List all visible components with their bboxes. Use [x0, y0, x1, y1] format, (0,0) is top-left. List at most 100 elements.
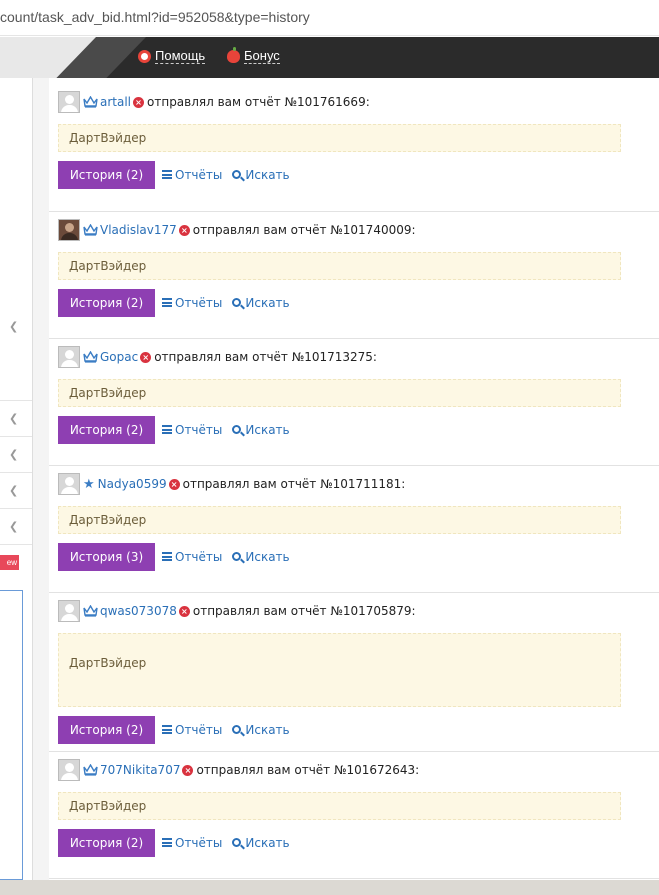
search-link[interactable]: Искать: [232, 723, 290, 737]
avatar[interactable]: [58, 759, 80, 781]
new-badge: ew: [0, 555, 19, 570]
sidebar-divider: [0, 508, 32, 509]
crown-icon: [83, 604, 98, 617]
report-text: отправлял вам отчёт №101672643:: [196, 763, 420, 777]
search-link[interactable]: Искать: [232, 549, 290, 564]
reports-link[interactable]: Отчёты: [162, 296, 222, 310]
chevron-left-icon[interactable]: ❮: [9, 412, 18, 425]
reports-link-label: Отчёты: [175, 722, 223, 737]
list-icon: [162, 725, 172, 734]
report-actions: История (2) Отчёты Искать: [58, 715, 659, 744]
reports-link[interactable]: Отчёты: [162, 168, 222, 182]
report-text: отправлял вам отчёт №101705879:: [192, 604, 416, 618]
reports-link-label: Отчёты: [175, 835, 223, 850]
avatar[interactable]: [58, 600, 80, 622]
report-actions: История (2) Отчёты Искать: [58, 288, 659, 317]
reports-link-label: Отчёты: [175, 295, 223, 310]
username-link[interactable]: Vladislav177: [100, 223, 177, 237]
report-header: Vladislav177 × отправлял вам отчёт №1017…: [58, 218, 659, 242]
history-button[interactable]: История (2): [58, 288, 155, 317]
sidebar-divider: [0, 544, 32, 545]
lifebuoy-icon: [138, 49, 151, 63]
search-icon: [232, 298, 242, 307]
sidebar-divider: [0, 400, 32, 401]
report-card: artall × отправлял вам отчёт №101761669:…: [49, 84, 659, 212]
chevron-left-icon[interactable]: ❮: [9, 520, 18, 533]
avatar[interactable]: [58, 473, 80, 495]
close-icon[interactable]: ×: [168, 478, 180, 490]
crown-icon: [83, 95, 98, 108]
search-link-label: Искать: [245, 167, 290, 182]
history-button[interactable]: История (2): [58, 415, 155, 444]
history-button[interactable]: История (2): [58, 828, 155, 857]
close-icon[interactable]: ×: [178, 224, 190, 236]
search-link-label: Искать: [245, 422, 290, 437]
crown-icon: [83, 350, 98, 363]
report-actions: История (3) Отчёты Искать: [58, 542, 659, 571]
close-icon[interactable]: ×: [178, 605, 190, 617]
chevron-left-icon[interactable]: ❮: [9, 320, 18, 333]
avatar[interactable]: [58, 219, 80, 241]
search-icon: [232, 170, 242, 179]
search-link[interactable]: Искать: [232, 422, 290, 437]
bonus-link[interactable]: Бонус: [227, 46, 280, 64]
sidebar-panel: [0, 590, 23, 880]
chevron-left-icon[interactable]: ❮: [9, 448, 18, 461]
reports-link-label: Отчёты: [175, 549, 223, 564]
report-actions: История (2) Отчёты Искать: [58, 828, 659, 857]
list-icon: [162, 552, 172, 561]
username-link[interactable]: qwas073078: [100, 604, 177, 618]
crown-icon: [83, 763, 98, 776]
report-text: отправлял вам отчёт №101740009:: [192, 223, 416, 237]
username-link[interactable]: artall: [100, 95, 131, 109]
chevron-left-icon[interactable]: ❮: [9, 484, 18, 497]
list-icon: [162, 298, 172, 307]
search-link[interactable]: Искать: [232, 296, 290, 310]
report-note: ДартВэйдер: [58, 252, 621, 280]
report-text: отправлял вам отчёт №101711181:: [182, 477, 406, 491]
reports-link[interactable]: Отчёты: [162, 836, 222, 850]
search-link-label: Искать: [245, 835, 290, 850]
sidebar-divider: [0, 436, 32, 437]
list-icon: [162, 170, 172, 179]
search-link[interactable]: Искать: [232, 835, 290, 850]
content-gutter: [33, 78, 49, 880]
help-link[interactable]: Помощь: [138, 48, 206, 64]
star-icon: ★: [83, 476, 95, 492]
avatar[interactable]: [58, 91, 80, 113]
list-icon: [162, 425, 172, 434]
close-icon[interactable]: ×: [133, 96, 145, 108]
avatar[interactable]: [58, 346, 80, 368]
history-button[interactable]: История (2): [58, 160, 155, 189]
history-button[interactable]: История (2): [58, 715, 155, 744]
address-bar[interactable]: count/task_adv_bid.html?id=952058&type=h…: [0, 0, 659, 36]
search-icon: [232, 725, 242, 734]
list-icon: [162, 838, 172, 847]
reports-list: artall × отправлял вам отчёт №101761669:…: [49, 84, 659, 879]
reports-link[interactable]: Отчёты: [162, 423, 222, 437]
reports-link[interactable]: Отчёты: [162, 550, 222, 564]
top-header: Помощь Бонус: [0, 37, 659, 78]
username-link[interactable]: Gopac: [100, 350, 138, 364]
close-icon[interactable]: ×: [140, 351, 152, 363]
report-text: отправлял вам отчёт №101761669:: [147, 95, 370, 109]
search-link[interactable]: Искать: [232, 167, 290, 182]
report-note: ДартВэйдер: [58, 379, 621, 407]
reports-link[interactable]: Отчёты: [162, 723, 222, 737]
report-note: ДартВэйдер: [58, 633, 621, 707]
crown-icon: [83, 223, 98, 236]
username-link[interactable]: Nadya0599: [98, 477, 167, 491]
search-icon: [232, 838, 242, 847]
url-text[interactable]: count/task_adv_bid.html?id=952058&type=h…: [0, 9, 310, 25]
status-bar: [0, 880, 659, 895]
report-card: Gopac × отправлял вам отчёт №101713275: …: [49, 339, 659, 466]
sidebar-divider: [0, 472, 32, 473]
username-link[interactable]: 707Nikita707: [100, 763, 180, 777]
report-header: artall × отправлял вам отчёт №101761669:: [58, 90, 659, 114]
history-button[interactable]: История (3): [58, 542, 155, 571]
report-header: Gopac × отправлял вам отчёт №101713275:: [58, 345, 659, 369]
report-note: ДартВэйдер: [58, 124, 621, 152]
close-icon[interactable]: ×: [182, 764, 194, 776]
search-link-label: Искать: [245, 549, 290, 564]
bonus-label: Бонус: [244, 48, 280, 64]
